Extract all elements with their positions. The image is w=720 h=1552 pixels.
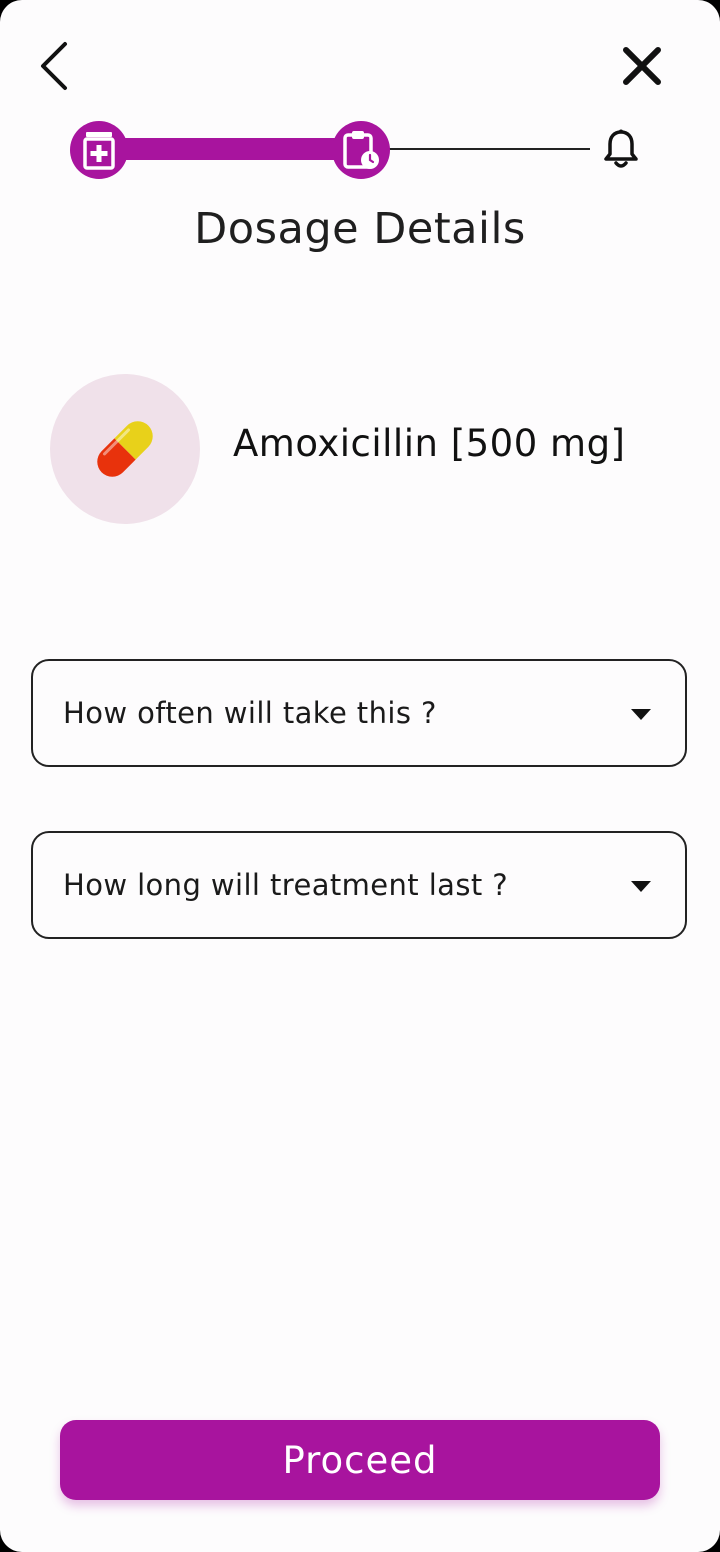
- capsule-icon: [97, 421, 153, 477]
- clipboard-clock-icon: [343, 131, 379, 169]
- chevron-left-icon: [41, 42, 67, 90]
- stepper-track-pending: [388, 148, 590, 150]
- close-button[interactable]: [612, 36, 672, 96]
- stepper-track-complete: [112, 138, 362, 160]
- step-medicine[interactable]: [70, 121, 128, 179]
- proceed-button[interactable]: Proceed: [60, 1420, 660, 1500]
- caret-down-icon: [631, 709, 651, 720]
- medicine-box-icon: [83, 132, 115, 170]
- page-title: Dosage Details: [194, 204, 526, 254]
- dosage-details-screen: Dosage Details Amoxicillin [500 mg] How …: [0, 0, 720, 1552]
- medication-avatar: [50, 374, 200, 524]
- step-reminder[interactable]: [596, 124, 646, 174]
- frequency-dropdown[interactable]: How often will take this ?: [31, 659, 687, 767]
- step-dosage[interactable]: [332, 121, 390, 179]
- frequency-dropdown-label: How often will take this ?: [63, 696, 437, 730]
- caret-down-icon: [631, 881, 651, 892]
- close-icon: [623, 47, 661, 85]
- duration-dropdown[interactable]: How long will treatment last ?: [31, 831, 687, 939]
- duration-dropdown-label: How long will treatment last ?: [63, 868, 509, 902]
- medication-name: Amoxicillin [500 mg]: [233, 422, 626, 465]
- bell-icon: [604, 129, 638, 168]
- back-button[interactable]: [28, 36, 80, 96]
